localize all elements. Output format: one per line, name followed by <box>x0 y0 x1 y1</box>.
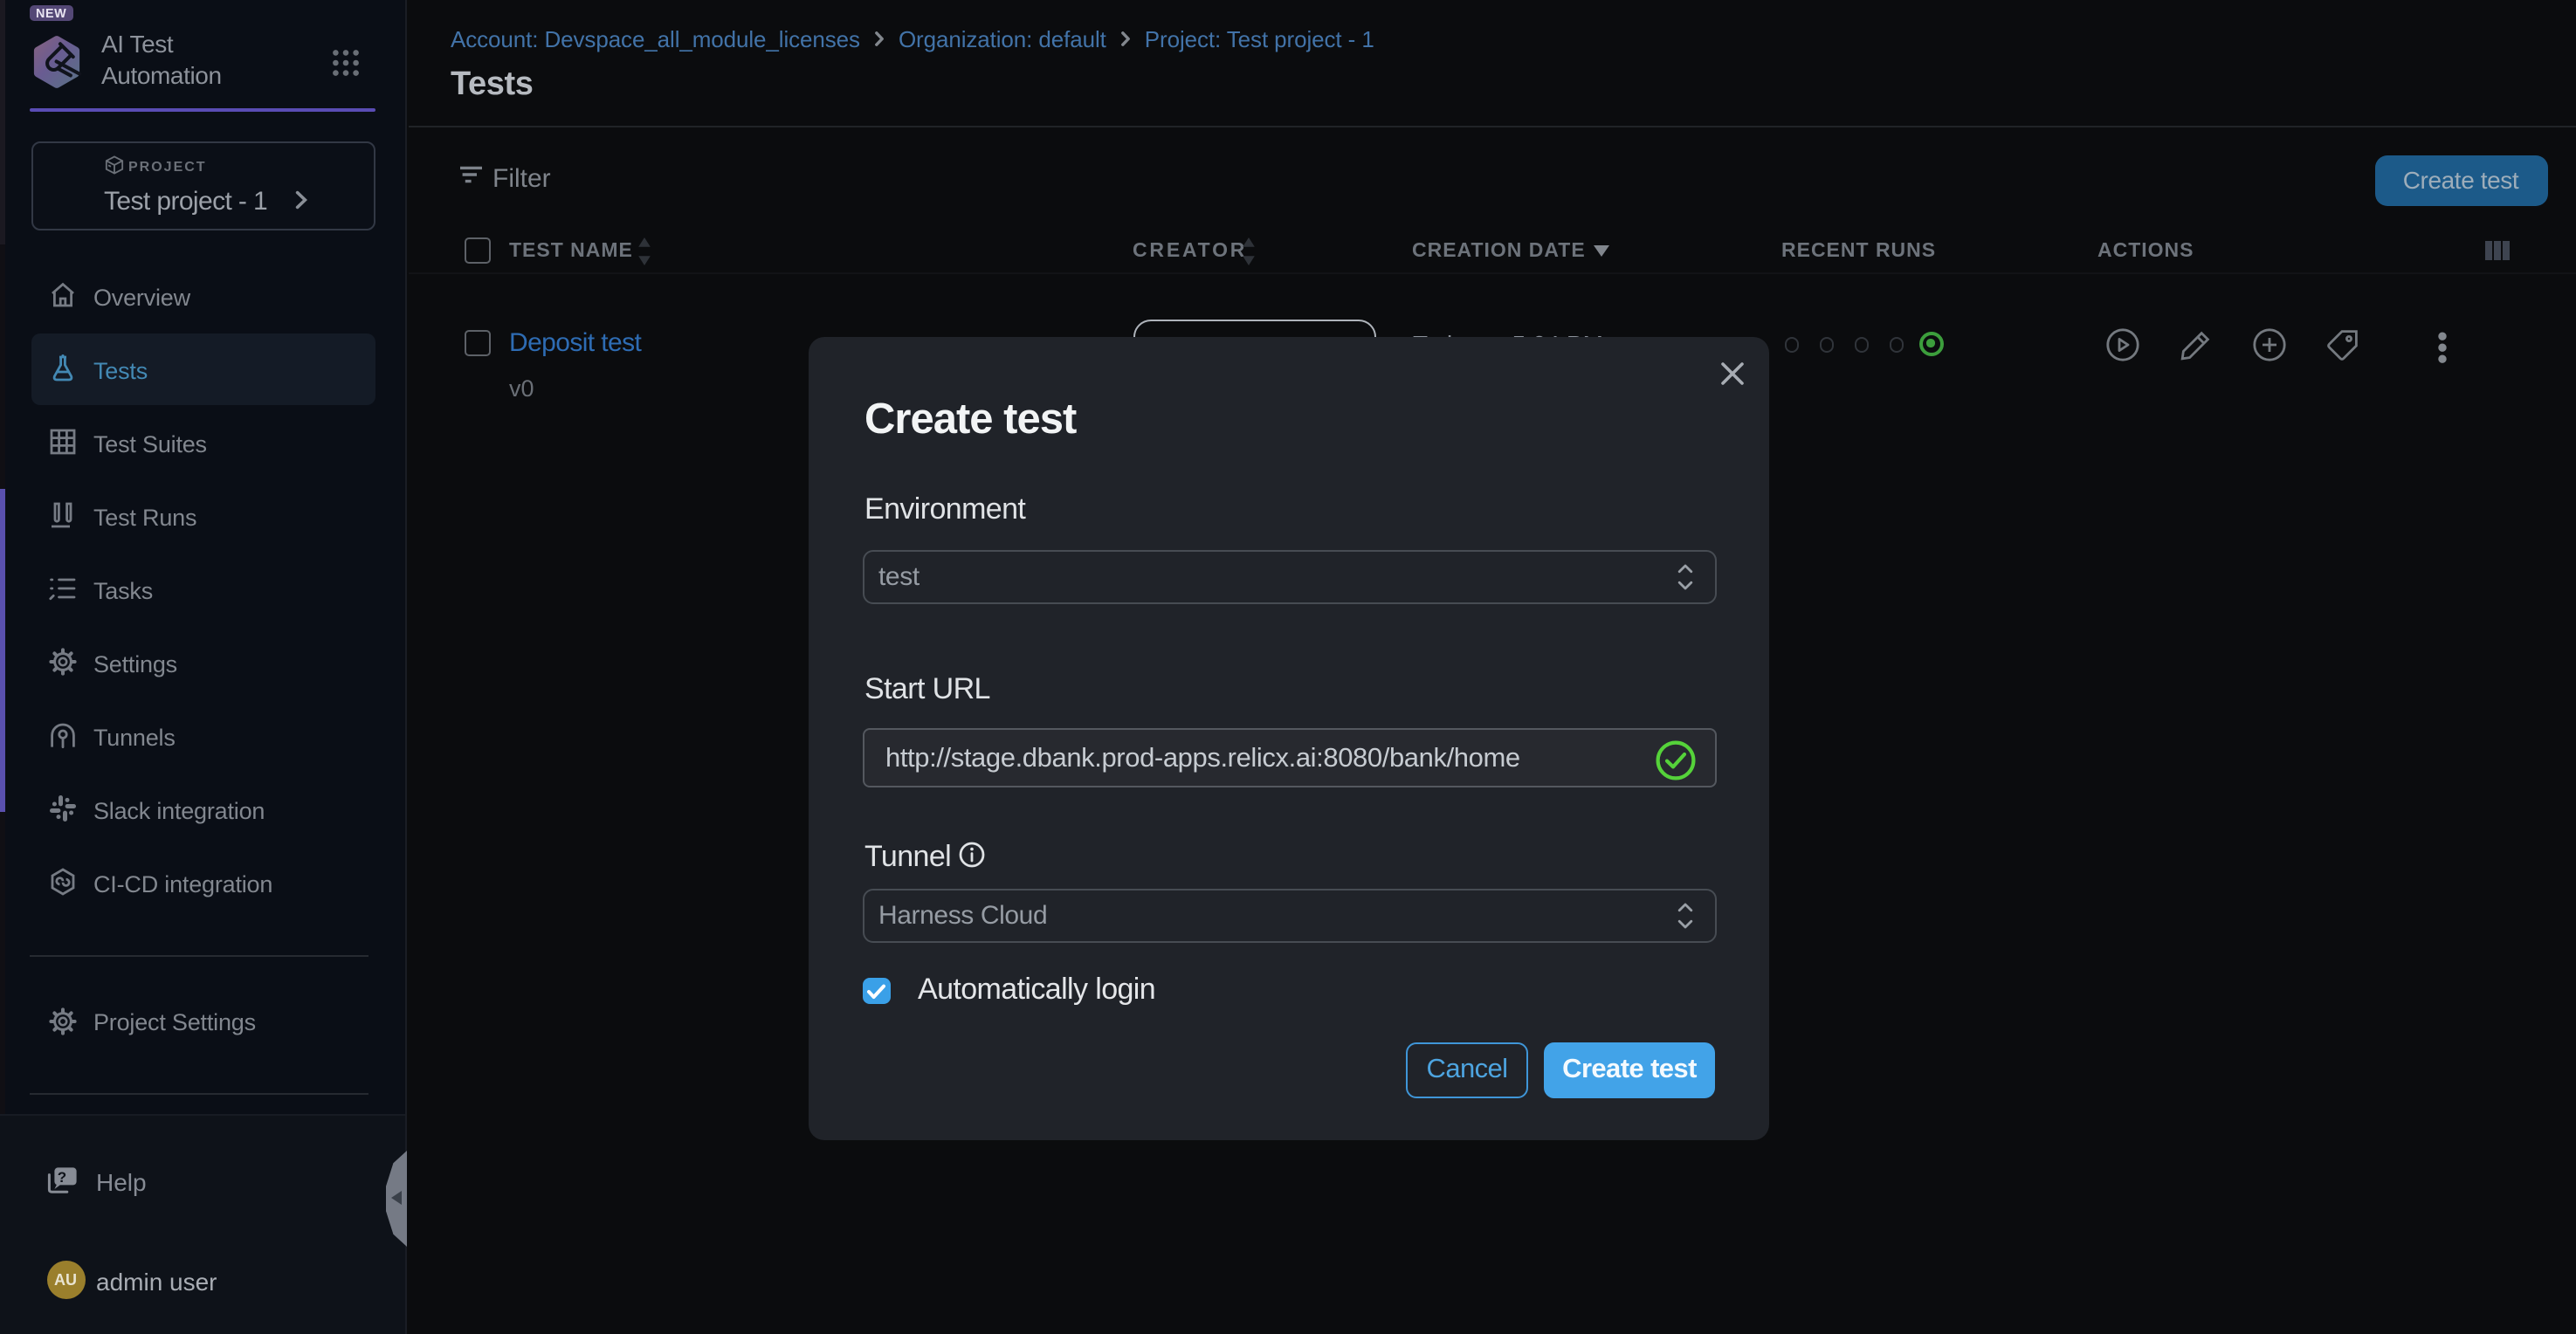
svg-text:?: ? <box>58 1169 66 1186</box>
